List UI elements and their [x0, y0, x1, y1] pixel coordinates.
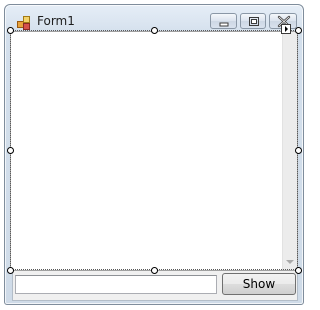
window-title: Form1	[37, 14, 75, 28]
minimize-icon	[219, 22, 229, 27]
resize-handle-right[interactable]	[295, 147, 302, 154]
text-input[interactable]	[15, 275, 217, 294]
scroll-down-arrow-icon[interactable]	[286, 260, 294, 264]
resize-handle-top[interactable]	[151, 27, 158, 34]
resize-handle-top-right[interactable]	[295, 27, 302, 34]
maximize-button[interactable]	[240, 13, 266, 29]
listbox[interactable]	[10, 31, 298, 271]
resize-handle-bottom[interactable]	[151, 267, 158, 274]
minimize-button[interactable]	[210, 13, 237, 29]
resize-handle-bottom-right[interactable]	[295, 267, 302, 274]
resize-handle-left[interactable]	[7, 147, 14, 154]
resize-handle-bottom-left[interactable]	[7, 267, 14, 274]
resize-handle-top-left[interactable]	[7, 27, 14, 34]
show-button[interactable]: Show	[222, 273, 296, 295]
smart-tag-arrow-icon[interactable]	[281, 24, 291, 34]
maximize-icon	[249, 17, 259, 26]
form-app-icon	[17, 15, 31, 30]
